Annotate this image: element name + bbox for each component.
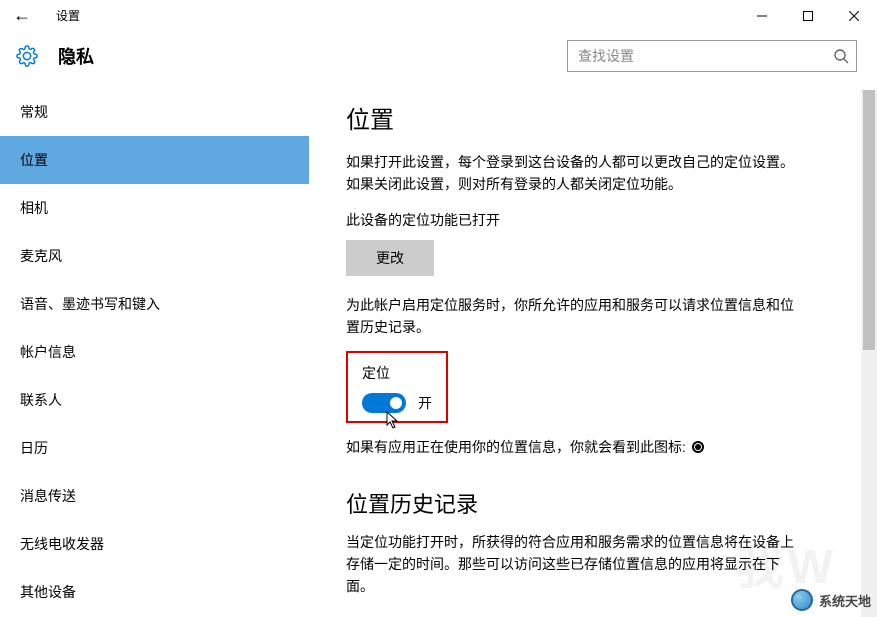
section-title-location: 位置 <box>346 100 847 135</box>
window-controls <box>739 0 877 32</box>
toggle-state-text: 开 <box>418 393 432 413</box>
sidebar-item-3[interactable]: 麦克风 <box>0 232 309 280</box>
header: 隐私 <box>0 32 877 88</box>
toggle-label: 定位 <box>362 363 432 383</box>
sidebar-item-5[interactable]: 帐户信息 <box>0 328 309 376</box>
search-wrap <box>567 40 857 72</box>
toggle-knob <box>390 397 402 409</box>
header-left: 隐私 <box>16 43 94 69</box>
sidebar-item-10[interactable]: 其他设备 <box>0 568 309 615</box>
close-icon <box>849 11 859 21</box>
scrollbar-thumb[interactable] <box>863 90 875 350</box>
location-toggle[interactable] <box>362 393 406 413</box>
sidebar-item-8[interactable]: 消息传送 <box>0 472 309 520</box>
section-title-history: 位置历史记录 <box>346 487 847 519</box>
change-button[interactable]: 更改 <box>346 240 434 276</box>
toggle-row: 开 <box>362 393 432 413</box>
content: 位置 如果打开此设置，每个登录到这台设备的人都可以更改自己的定位设置。如果关闭此… <box>310 88 877 615</box>
titlebar-left: ← 设置 <box>0 6 80 26</box>
minimize-icon <box>757 11 767 21</box>
device-location-status: 此设备的定位功能已打开 <box>346 210 847 230</box>
sidebar: 常规位置相机麦克风语音、墨迹书写和键入帐户信息联系人日历消息传送无线电收发器其他… <box>0 88 310 615</box>
sidebar-item-2[interactable]: 相机 <box>0 184 309 232</box>
indicator-row: 如果有应用正在使用你的位置信息，你就会看到此图标: <box>346 437 847 457</box>
minimize-button[interactable] <box>739 0 785 32</box>
search-icon <box>833 48 849 64</box>
page-title: 隐私 <box>58 43 94 69</box>
maximize-button[interactable] <box>785 0 831 32</box>
window-titlebar: ← 设置 <box>0 0 877 32</box>
back-button[interactable]: ← <box>12 6 32 26</box>
sidebar-item-6[interactable]: 联系人 <box>0 376 309 424</box>
gear-icon <box>16 45 38 67</box>
account-location-description: 为此帐户启用定位服务时，你所允许的应用和服务可以请求位置信息和位置历史记录。 <box>346 294 806 339</box>
search-input[interactable] <box>567 40 857 72</box>
indicator-text: 如果有应用正在使用你的位置信息，你就会看到此图标: <box>346 437 686 457</box>
cursor-icon <box>386 411 400 429</box>
sidebar-item-1[interactable]: 位置 <box>0 136 309 184</box>
maximize-icon <box>803 11 813 21</box>
highlight-box: 定位 开 <box>346 351 448 423</box>
history-description: 当定位功能打开时，所获得的符合应用和服务需求的位置信息将在设备上存储一定的时间。… <box>346 531 806 598</box>
body: 常规位置相机麦克风语音、墨迹书写和键入帐户信息联系人日历消息传送无线电收发器其他… <box>0 88 877 615</box>
sidebar-item-0[interactable]: 常规 <box>0 88 309 136</box>
sidebar-item-7[interactable]: 日历 <box>0 424 309 472</box>
location-indicator-icon <box>692 441 704 453</box>
scrollbar[interactable] <box>861 90 877 617</box>
location-description: 如果打开此设置，每个登录到这台设备的人都可以更改自己的定位设置。如果关闭此设置，… <box>346 151 806 196</box>
window-title: 设置 <box>56 7 80 24</box>
sidebar-item-9[interactable]: 无线电收发器 <box>0 520 309 568</box>
close-button[interactable] <box>831 0 877 32</box>
sidebar-item-4[interactable]: 语音、墨迹书写和键入 <box>0 280 309 328</box>
